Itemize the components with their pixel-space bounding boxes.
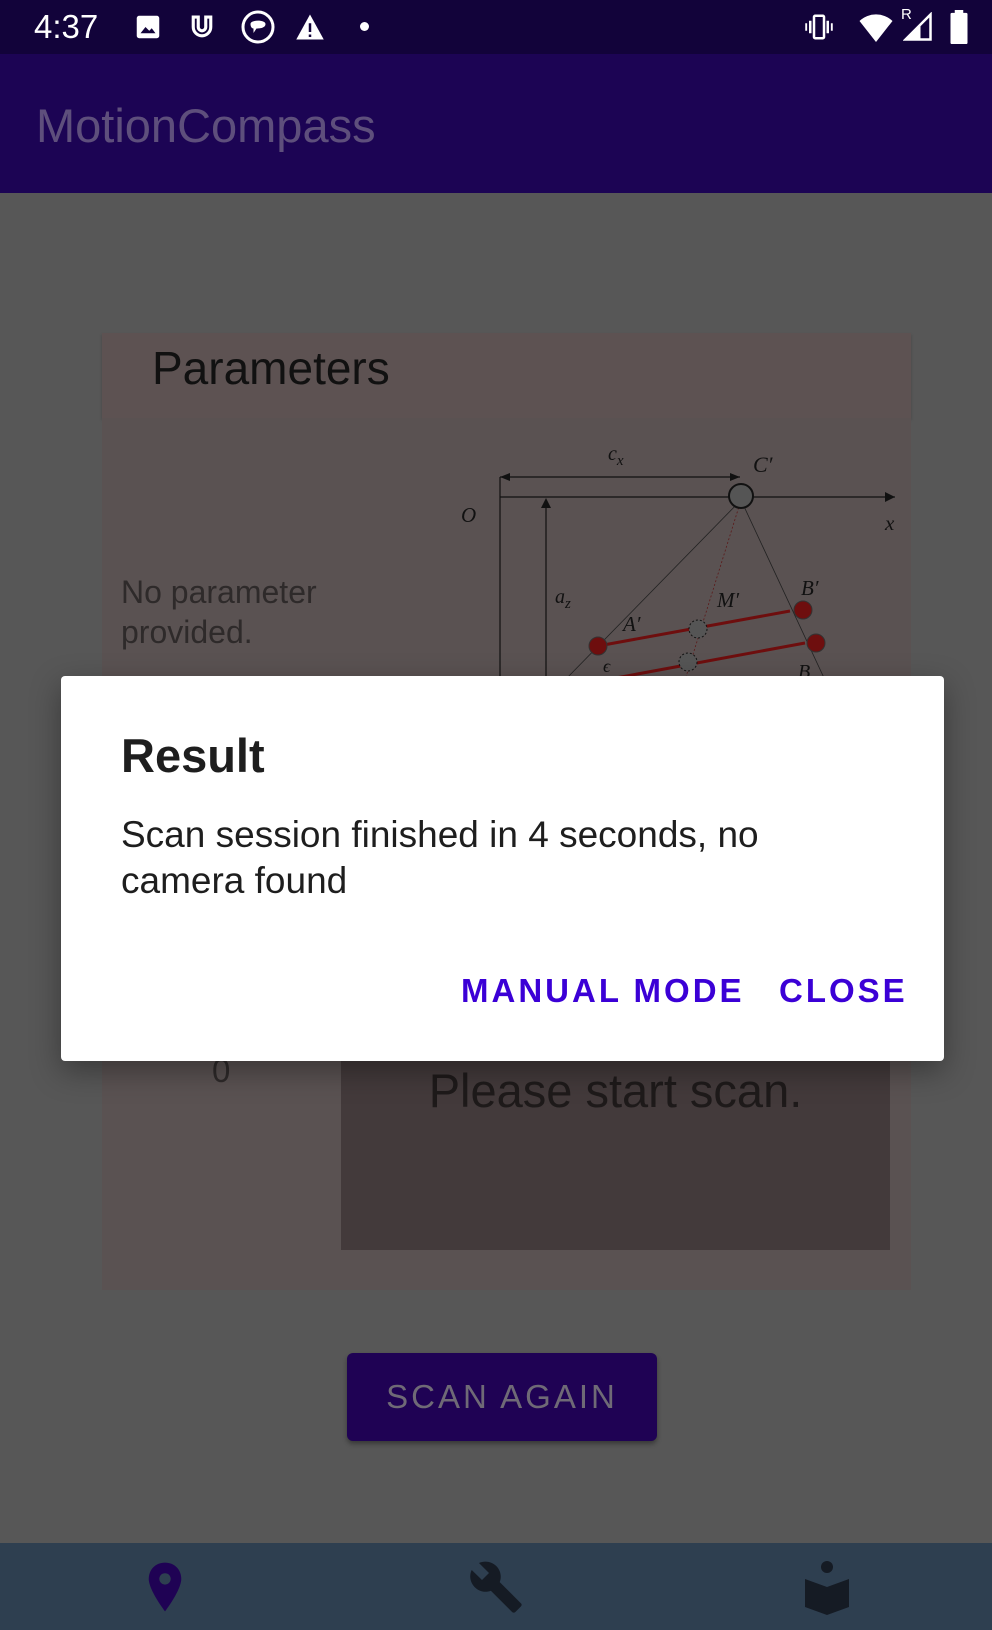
status-bar: 4:37 R [0,0,992,54]
b-point [806,633,826,653]
reading-person-icon [805,1560,849,1615]
label-m-prime: M′ [716,588,739,612]
nav-item-location[interactable] [0,1543,330,1630]
chat-bubble-icon [241,10,275,44]
b-prime-point [793,600,813,620]
status-time: 4:37 [34,8,99,45]
bottom-navigation [0,1543,992,1630]
m-prime-point [688,619,708,639]
magnet-icon [191,15,213,38]
manual-mode-button[interactable]: MANUAL MODE [461,972,745,1010]
label-az: az [555,586,571,612]
scan-message: Please start scan. [428,1064,803,1117]
no-parameter-text: No parameter provided. [121,574,317,650]
label-origin: O [461,503,476,527]
geometry-diagram: cx C′ O x az B′ M′ A′ ϵ B [461,443,895,680]
scan-result-box: Please start scan. [341,1061,890,1250]
label-b-prime: B′ [801,576,819,600]
label-epsilon: ϵ [603,656,611,676]
dialog-message: Scan session finished in 4 seconds, no c… [121,814,759,901]
signal-roaming-icon [903,12,932,41]
result-dialog: Result Scan session finished in 4 second… [61,676,944,1061]
label-c-prime: C′ [753,452,774,477]
vibrate-icon [805,14,833,40]
location-pin-icon [148,1562,182,1611]
dot-icon [360,22,369,31]
c-prime-point [728,483,754,509]
dialog-title: Result [121,729,265,782]
label-a-prime: A′ [621,612,641,636]
parameters-card-header: Parameters [102,333,911,418]
app-title: MotionCompass [36,99,376,152]
a-prime-point [588,636,608,656]
wifi-icon [859,14,893,42]
close-button[interactable]: CLOSE [779,972,908,1010]
parameters-title: Parameters [152,342,390,394]
label-cx: cx [608,443,624,469]
battery-icon [950,10,968,44]
nav-item-guide[interactable] [662,1543,992,1630]
warning-icon [296,14,324,40]
wrench-icon [470,1561,522,1613]
scan-again-button[interactable]: SCAN AGAIN [347,1353,657,1441]
nav-item-tools[interactable] [331,1543,661,1630]
image-icon [136,15,160,39]
label-x-axis: x [884,511,895,535]
